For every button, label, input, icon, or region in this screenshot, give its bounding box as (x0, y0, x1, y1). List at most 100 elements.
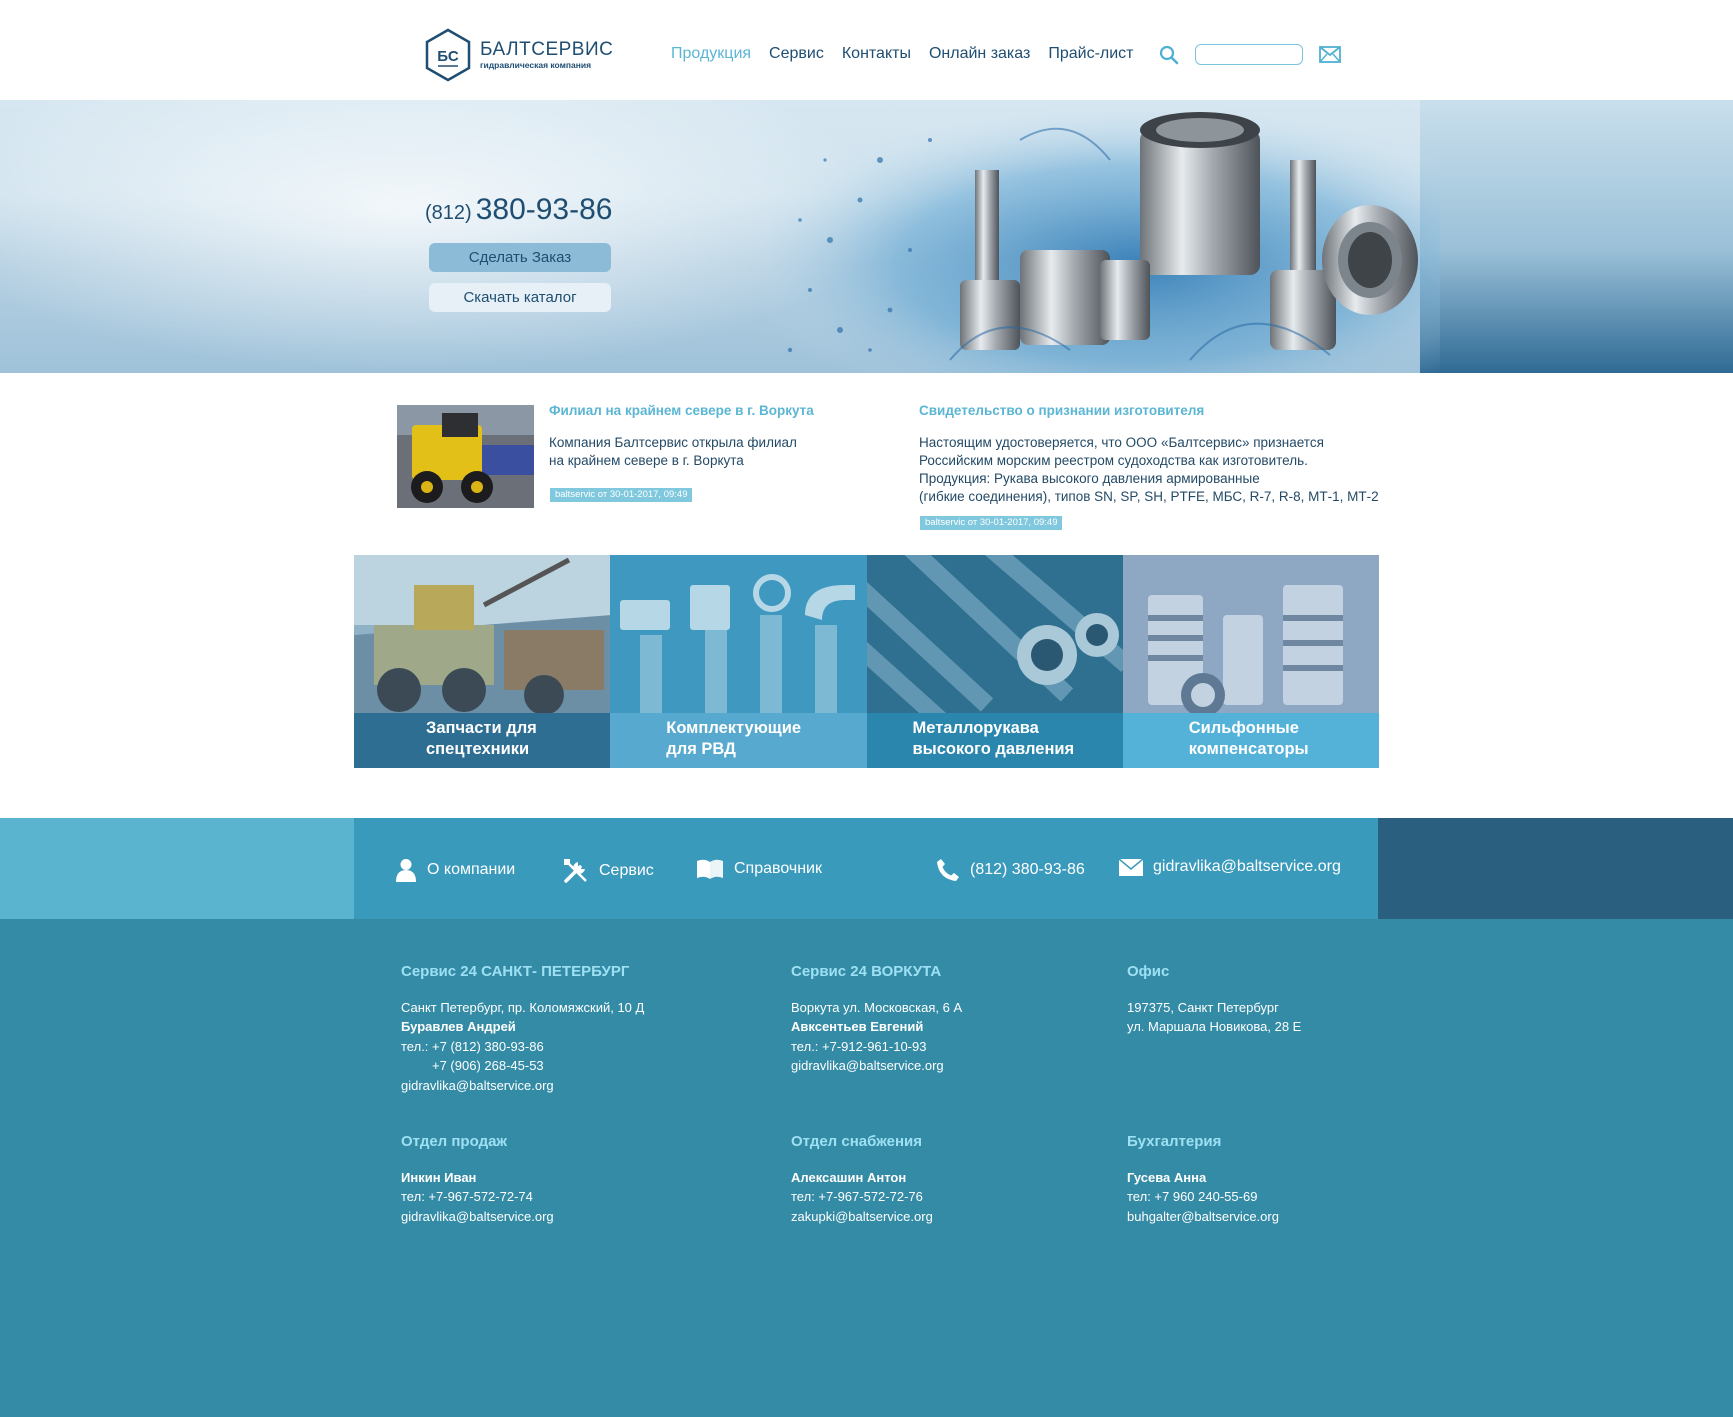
footer-phone-line: тел.: +7-912-961-10-93 (791, 1038, 927, 1054)
footer-email-address: gidravlika@baltservice.org (1153, 858, 1341, 875)
category-tile-spare-parts[interactable]: Запчасти для спецтехники (354, 555, 611, 768)
news-date-badge-1: baltservic от 30-01-2017, 09:49 (550, 488, 693, 502)
site-footer: Сервис 24 САНКТ- ПЕТЕРБУРГ Санкт Петербу… (0, 919, 1733, 1417)
logo-monogram: БС (437, 48, 459, 65)
footer-section-title: Отдел продаж (401, 1133, 508, 1150)
news-text-line: на крайнем севере в г. Воркута (549, 453, 744, 468)
footer-contact-spb: Сервис 24 САНКТ- ПЕТЕРБУРГ Санкт Петербу… (401, 962, 644, 1095)
category-label-line: для РВД (666, 740, 736, 758)
news-text-line: Компания Балтсервис открыла филиал (549, 435, 797, 450)
news-text-2: Настоящим удостоверяется, что ООО «Балтс… (919, 434, 1379, 506)
category-tile-metal-hoses[interactable]: Металлорукава высокого давления (866, 555, 1123, 768)
category-label-line: Металлорукава (912, 719, 1039, 737)
category-tiles: Запчасти для спецтехники Комплектующие д… (354, 555, 1379, 768)
category-label-line: Запчасти для (426, 719, 537, 737)
footer-phone-line: тел: +7 960 240-55-69 (1127, 1189, 1258, 1204)
hero-fittings-image (770, 100, 1440, 373)
phone-icon (937, 859, 959, 881)
news-title-2[interactable]: Свидетельство о признании изготовителя (919, 403, 1204, 418)
footer-section-title: Сервис 24 ВОРКУТА (791, 963, 942, 980)
logo[interactable]: БС БАЛТСЕРВИС гидравлическая компания (424, 28, 613, 82)
nav-products[interactable]: Продукция (671, 45, 751, 63)
footer-email-link[interactable]: buhgalter@baltservice.org (1127, 1207, 1279, 1227)
logo-name: БАЛТСЕРВИС (480, 38, 614, 60)
footer-link-label: О компании (427, 861, 516, 878)
footer-phone[interactable]: (812) 380-93-86 (936, 858, 1085, 882)
download-catalog-button[interactable]: Скачать каталог (429, 283, 611, 312)
news-title-1[interactable]: Филиал на крайнем севере в г. Воркута (549, 403, 814, 418)
category-label-line: компенсаторы (1188, 740, 1309, 758)
footer-contact-supply: Отдел снабжения Алексашин Антон тел: +7-… (791, 1132, 933, 1226)
footer-phone-line: тел: +7-967-572-72-76 (791, 1189, 923, 1204)
nav-online-order[interactable]: Онлайн заказ (929, 45, 1030, 63)
footer-person: Инкин Иван (401, 1169, 477, 1185)
footer-contact-sales: Отдел продаж Инкин Иван тел: +7-967-572-… (401, 1132, 554, 1226)
footer-email-link[interactable]: gidravlika@baltservice.org (791, 1056, 962, 1076)
logo-hexagon-icon: БС (425, 28, 471, 82)
category-tile-rvd-components[interactable]: Комплектующие для РВД (610, 555, 867, 768)
footer-address: 197375, Санкт Петербург (1127, 999, 1279, 1015)
footer-person: Буравлев Андрей (401, 1019, 516, 1034)
nav-service[interactable]: Сервис (769, 45, 824, 63)
footer-phone-number: (812) 380-93-86 (970, 861, 1085, 878)
category-tile-bellows-compensators[interactable]: Сильфонные компенсаторы (1122, 555, 1379, 768)
search-icon[interactable] (1159, 45, 1179, 65)
footer-section-title: Сервис 24 САНКТ- ПЕТЕРБУРГ (401, 963, 630, 980)
site-header: БС БАЛТСЕРВИС гидравлическая компания Пр… (0, 0, 1733, 100)
search-input[interactable] (1195, 44, 1303, 65)
footer-section-title: Отдел снабжения (791, 1133, 923, 1150)
hero-phone-code: (812) (425, 202, 472, 224)
footer-email-link[interactable]: zakupki@baltservice.org (791, 1207, 933, 1227)
hero-sea-image (1420, 100, 1733, 373)
footer-bar: О компании Сервис Справочник (812) 380-9… (0, 818, 1733, 919)
category-label-line: высокого давления (912, 740, 1075, 758)
book-icon (697, 859, 723, 879)
footer-contact-accounting: Бухгалтерия Гусева Анна тел: +7 960 240-… (1127, 1132, 1279, 1226)
footer-link-about[interactable]: О компании (395, 858, 515, 882)
hero-phone-number: 380-93-86 (475, 193, 613, 226)
footer-address: Санкт Петербург, пр. Коломяжский, 10 Д (401, 999, 645, 1015)
category-label-line: Комплектующие (666, 719, 802, 737)
mail-icon[interactable] (1319, 46, 1341, 63)
news-text-1: Компания Балтсервис открыла филиал на кр… (549, 434, 797, 470)
category-label: Запчасти для спецтехники (354, 713, 611, 768)
logo-tagline: гидравлическая компания (480, 59, 592, 70)
news-date-badge-2: baltservic от 30-01-2017, 09:49 (920, 516, 1063, 530)
category-label-line: спецтехники (426, 740, 530, 758)
news-text-line: Настоящим удостоверяется, что ООО «Балтс… (919, 435, 1324, 450)
footer-contact-vorkuta: Сервис 24 ВОРКУТА Воркута ул. Московская… (791, 962, 962, 1076)
footer-link-reference[interactable]: Справочник (696, 858, 822, 880)
category-label: Комплектующие для РВД (610, 713, 867, 768)
news-thumbnail-image[interactable] (397, 405, 534, 508)
footer-address: Воркута ул. Московская, 6 А (791, 999, 963, 1015)
footer-person: Алексашин Антон (791, 1169, 907, 1185)
footer-address: ул. Маршала Новикова, 28 Е (1127, 1019, 1302, 1034)
footer-phone-line: тел.: +7 (812) 380-93-86 (401, 1038, 544, 1054)
footer-email-link[interactable]: gidravlika@baltservice.org (401, 1076, 644, 1096)
main-nav: Продукция Сервис Контакты Онлайн заказ П… (671, 45, 1152, 63)
hero-banner: (812) 380-93-86 Сделать Заказ Скачать кат… (0, 100, 1733, 373)
tools-icon (564, 859, 587, 883)
footer-email-link[interactable]: gidravlika@baltservice.org (401, 1207, 554, 1227)
footer-phone-line: +7 (906) 268-45-53 (432, 1058, 544, 1073)
nav-contacts[interactable]: Контакты (842, 45, 911, 63)
footer-link-label: Сервис (599, 862, 654, 879)
footer-person: Гусева Анна (1127, 1169, 1207, 1185)
nav-price-list[interactable]: Прайс-лист (1048, 45, 1133, 63)
footer-link-service[interactable]: Сервис (563, 858, 654, 884)
footer-section-title: Офис (1127, 963, 1170, 980)
footer-person: Авксентьев Евгений (791, 1019, 924, 1034)
mail-icon (1119, 858, 1143, 876)
news-text-line: Продукция: Рукава высокого давления арми… (919, 471, 1260, 486)
news-text-line: (гибкие соединения), типов SN, SP, SH, P… (919, 489, 1379, 504)
user-icon (396, 859, 416, 882)
footer-section-title: Бухгалтерия (1127, 1133, 1222, 1150)
footer-contact-office: Офис 197375, Санкт Петербург ул. Маршала… (1127, 962, 1301, 1037)
category-label-line: Сильфонные (1188, 719, 1299, 737)
footer-phone-line: тел: +7-967-572-72-74 (401, 1189, 533, 1204)
footer-link-label: Справочник (734, 860, 822, 877)
category-label: Металлорукава высокого давления (866, 713, 1123, 768)
footer-email[interactable]: gidravlika@baltservice.org (1119, 858, 1341, 876)
order-button[interactable]: Сделать Заказ (429, 243, 611, 272)
hero-phone: (812) 380-93-86 (425, 193, 612, 227)
